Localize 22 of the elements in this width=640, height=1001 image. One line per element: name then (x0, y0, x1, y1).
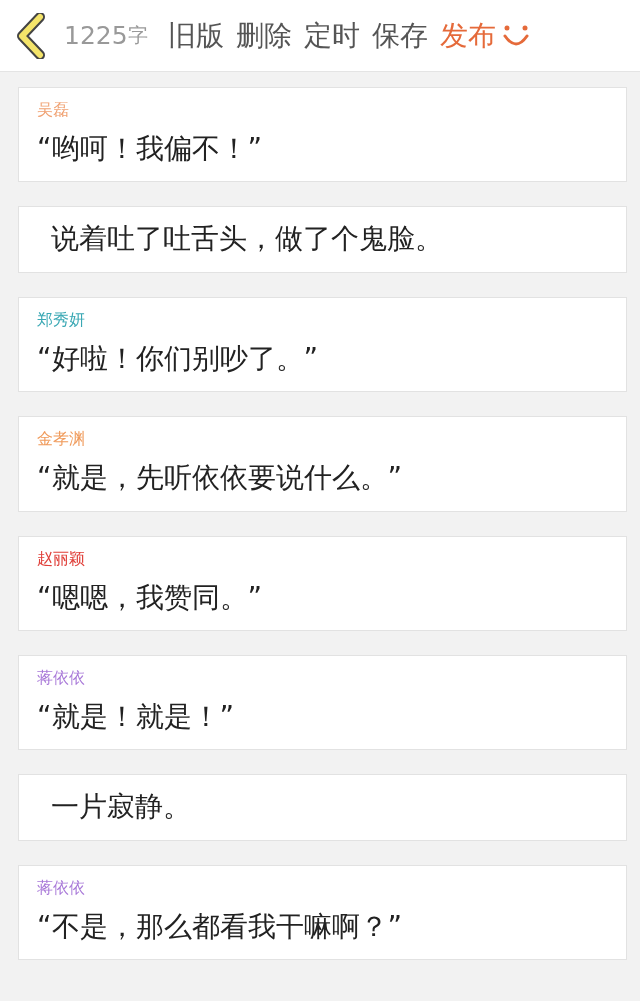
dialogue-text: “就是！就是！” (37, 698, 234, 735)
speaker-name: 金孝渊 (37, 429, 85, 451)
word-count: 1225 (64, 21, 128, 50)
toolbar-action[interactable]: 旧版 (161, 16, 230, 55)
speaker-name: 郑秀妍 (37, 309, 85, 331)
dialogue-text: “就是，先听依依要说什么。” (37, 460, 402, 497)
toolbar-action[interactable]: 定时 (297, 16, 366, 55)
speaker-name: 蒋依依 (37, 877, 85, 899)
back-icon[interactable] (16, 12, 46, 59)
toolbar-action[interactable]: 保存 (365, 16, 434, 55)
narration-text: 说着吐了吐舌头，做了个鬼脸。 (51, 221, 443, 258)
dialogue-text: “不是，那么都看我干嘛啊？” (37, 908, 402, 945)
narration-text: 一片寂静。 (51, 789, 191, 826)
word-unit: 字 (127, 22, 148, 49)
speaker-name: 赵丽颖 (37, 548, 85, 570)
smiley-icon[interactable] (501, 23, 530, 48)
dialogue-text: “嗯嗯，我赞同。” (37, 579, 262, 616)
dialogue-text: “哟呵！我偏不！” (37, 131, 262, 167)
speaker-name: 蒋依依 (37, 667, 85, 689)
speaker-name: 吴磊 (37, 100, 69, 121)
toolbar-action[interactable]: 删除 (229, 16, 298, 55)
dialogue-text: “好啦！你们别吵了。” (37, 340, 318, 377)
